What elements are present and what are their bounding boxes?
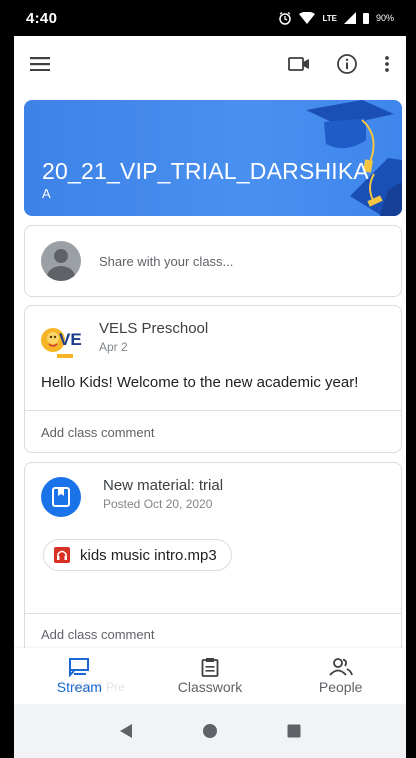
screen: 4:40 LTE 90% 20_21_VIP_TRIAL_DARSHIKA A …	[14, 0, 406, 758]
status-time: 4:40	[26, 9, 58, 27]
wifi-icon	[299, 12, 316, 24]
material-icon	[41, 477, 81, 517]
announcement-card[interactable]: VE VELS Preschool Apr 2 Hello Kids! Welc…	[24, 305, 402, 453]
class-section: A	[42, 186, 51, 201]
post-header: VE VELS Preschool Apr 2	[25, 306, 401, 360]
nav-classwork[interactable]: Classwork	[145, 648, 276, 704]
audio-file-icon	[54, 547, 70, 563]
battery-level: 90%	[375, 13, 394, 23]
status-icons: LTE 90%	[278, 11, 394, 25]
vels-logo: VE	[39, 320, 87, 360]
material-title: New material: trial	[103, 477, 224, 494]
signal-icon	[343, 12, 356, 24]
class-banner[interactable]: 20_21_VIP_TRIAL_DARSHIKA A	[24, 100, 402, 216]
network-label: LTE	[322, 13, 337, 23]
post-date: Apr 2	[99, 340, 128, 354]
material-header: New material: trial Posted Oct 20, 2020	[25, 463, 401, 517]
back-icon[interactable]	[118, 723, 134, 739]
people-icon	[328, 658, 353, 676]
classwork-icon	[201, 658, 219, 677]
share-with-class-card[interactable]: Share with your class...	[24, 225, 402, 297]
video-camera-icon[interactable]	[288, 56, 310, 72]
nav-people-label: People	[318, 679, 363, 695]
material-meta: New material: trial Posted Oct 20, 2020	[103, 477, 223, 511]
share-placeholder: Share with your class...	[99, 253, 234, 269]
hamburger-menu-icon[interactable]	[30, 57, 50, 71]
system-navigation-bar	[14, 704, 406, 758]
user-avatar	[41, 241, 81, 281]
post-body: Hello Kids! Welcome to the new academic …	[41, 374, 359, 391]
status-bar: 4:40 LTE 90%	[14, 0, 406, 36]
device-frame: 4:40 LTE 90% 20_21_VIP_TRIAL_DARSHIKA A …	[0, 0, 416, 758]
battery-icon	[362, 12, 369, 24]
add-class-comment[interactable]: Add class comment	[41, 627, 154, 642]
recents-icon[interactable]	[286, 723, 302, 739]
nav-stream[interactable]: Stream	[14, 648, 145, 704]
post-author: VELS Preschool	[99, 320, 209, 337]
add-class-comment[interactable]: Add class comment	[41, 425, 154, 440]
alarm-icon	[279, 11, 292, 25]
post-divider	[25, 410, 401, 411]
logo-text: VE	[59, 330, 82, 349]
attachment-name: kids music intro.mp3	[80, 546, 217, 564]
stream-icon	[69, 658, 90, 677]
info-icon[interactable]	[336, 53, 358, 75]
scrolled-content-ghost: VELS Pre	[72, 680, 125, 694]
more-vert-icon[interactable]	[384, 55, 390, 73]
class-title: 20_21_VIP_TRIAL_DARSHIKA	[42, 158, 369, 184]
bottom-navigation: Stream Classwork People	[14, 648, 406, 704]
nav-classwork-label: Classwork	[177, 679, 243, 695]
app-bar-actions	[288, 53, 390, 75]
attachment-chip[interactable]: kids music intro.mp3	[43, 539, 232, 571]
material-divider	[25, 613, 401, 614]
home-icon[interactable]	[202, 723, 218, 739]
app-bar	[14, 36, 406, 92]
nav-people[interactable]: People	[275, 648, 406, 704]
post-meta: VELS Preschool Apr 2	[99, 320, 208, 354]
material-date: Posted Oct 20, 2020	[103, 497, 213, 511]
